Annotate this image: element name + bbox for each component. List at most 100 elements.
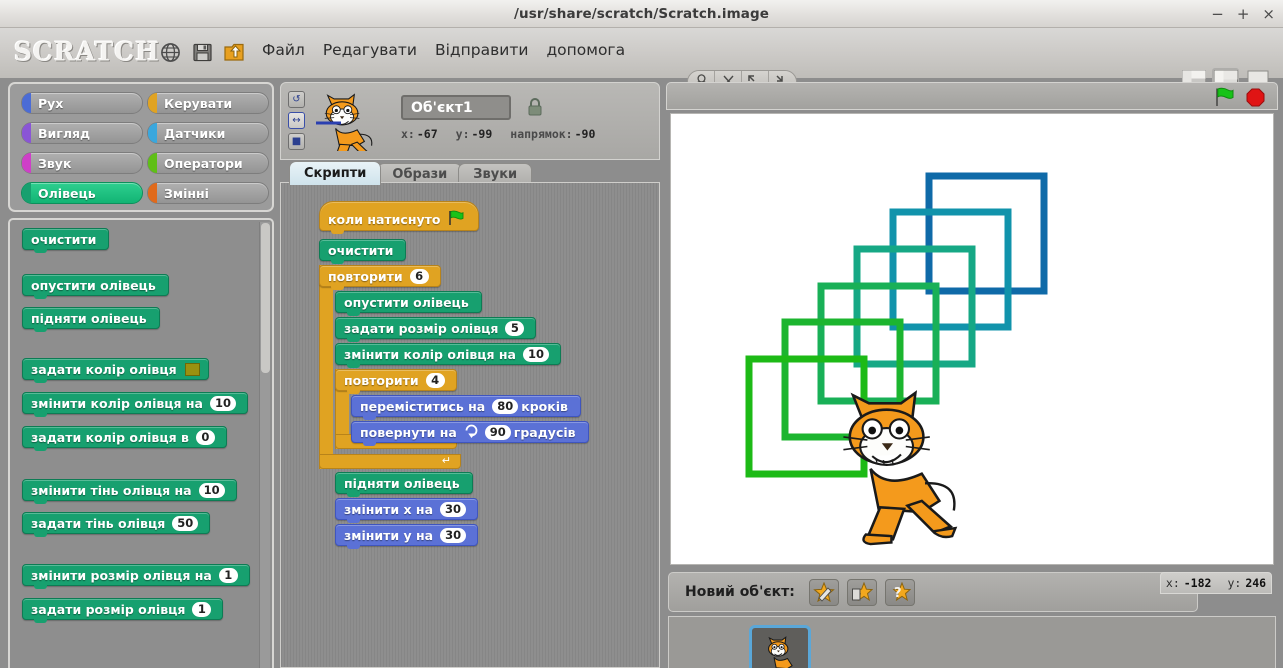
sprite-y-value: -99 bbox=[471, 127, 493, 141]
category-button-6[interactable]: Олівець bbox=[21, 182, 143, 204]
category-grid: Рух Керувати Вигляд Датчики Звук Оператори Олі… bbox=[21, 92, 269, 208]
script-block-repeat-inner[interactable]: повторити 4 bbox=[335, 369, 457, 394]
tab-scripts[interactable]: Скрипти bbox=[289, 161, 382, 185]
script-block-change-y-by[interactable]: змінити y на 30 bbox=[335, 524, 479, 549]
sprite-direction-label: напрямок: bbox=[510, 127, 573, 141]
new-sprite-bar: Новий об'єкт: ? bbox=[668, 572, 1198, 612]
script-block-change-pen-color[interactable]: змінити колір олівця на 10 bbox=[335, 343, 561, 368]
minimize-button[interactable]: − bbox=[1211, 6, 1224, 22]
block-number-input[interactable]: 90 bbox=[484, 424, 511, 440]
scratch-application-window: /usr/share/scratch/Scratch.image − + × S… bbox=[0, 0, 1283, 668]
block-notch bbox=[34, 249, 47, 253]
palette-block-change-pen-shade[interactable]: змінити тінь олівця на 10 bbox=[22, 479, 237, 504]
category-button-2[interactable]: Вигляд bbox=[21, 122, 143, 144]
rotate-leftright-button[interactable]: ↔ bbox=[288, 112, 305, 129]
category-label: Рух bbox=[38, 95, 64, 111]
category-label: Оператори bbox=[164, 155, 243, 171]
sprite-direction-value: -90 bbox=[574, 127, 596, 141]
close-button[interactable]: × bbox=[1262, 6, 1275, 22]
sprite-x-label: x: bbox=[401, 127, 415, 141]
block-notch bbox=[347, 390, 360, 394]
globe-icon[interactable] bbox=[158, 40, 182, 64]
block-number-input[interactable]: 4 bbox=[425, 372, 445, 388]
import-sprite-button[interactable] bbox=[846, 578, 877, 606]
block-label: змінити тінь олівця на bbox=[31, 482, 192, 498]
rotate-none-button[interactable]: ■ bbox=[288, 133, 305, 150]
block-number-input[interactable]: 10 bbox=[522, 346, 549, 362]
block-label: очистити bbox=[31, 231, 97, 247]
palette-block-change-pen-color-by[interactable]: змінити колір олівця на 10 bbox=[22, 392, 248, 417]
mouse-y-value: 246 bbox=[1245, 576, 1267, 590]
script-block-change-x-by[interactable]: змінити x на 30 bbox=[335, 498, 479, 523]
palette-block-clear[interactable]: очистити bbox=[22, 228, 110, 253]
category-button-3[interactable]: Датчики bbox=[147, 122, 269, 144]
palette-block-set-pen-color-to[interactable]: задати колір олівця в 0 bbox=[22, 426, 227, 451]
block-number-input[interactable]: 5 bbox=[505, 320, 525, 336]
svg-text:?: ? bbox=[894, 586, 902, 601]
stop-sign-icon[interactable] bbox=[1246, 88, 1265, 107]
block-label: задати розмір олівця bbox=[344, 320, 499, 336]
block-number-input[interactable]: 50 bbox=[172, 515, 199, 531]
block-number-input[interactable]: 6 bbox=[409, 268, 429, 284]
block-label: опустити олівець bbox=[31, 277, 156, 293]
block-number-input[interactable]: 10 bbox=[209, 395, 236, 411]
sprite-list-panel bbox=[668, 616, 1276, 668]
script-block-pen-up[interactable]: підняти олівець bbox=[335, 472, 473, 497]
palette-block-set-pen-color[interactable]: задати колір олівця bbox=[22, 358, 209, 383]
menu-file[interactable]: Файл bbox=[262, 41, 305, 59]
category-button-0[interactable]: Рух bbox=[21, 92, 143, 114]
palette-block-pen-down[interactable]: опустити олівець bbox=[22, 274, 169, 299]
menu-edit[interactable]: Редагувати bbox=[323, 41, 417, 59]
stage-column: Новий об'єкт: ? x: -182 y: 246 bbox=[666, 82, 1278, 668]
category-button-4[interactable]: Звук bbox=[21, 152, 143, 174]
menu-share[interactable]: Відправити bbox=[435, 41, 528, 59]
maximize-button[interactable]: + bbox=[1237, 6, 1250, 22]
palette-scrollbar-thumb[interactable] bbox=[261, 223, 270, 373]
sprite-name-field[interactable]: Об'єкт1 bbox=[401, 95, 511, 120]
block-label: підняти олівець bbox=[344, 475, 460, 491]
block-number-input[interactable]: 1 bbox=[192, 601, 212, 617]
sprite-preview-image bbox=[311, 89, 377, 158]
block-number-input[interactable]: 10 bbox=[198, 482, 225, 498]
paint-new-sprite-button[interactable] bbox=[808, 578, 839, 606]
script-block-when-flag-clicked[interactable]: коли натиснуто bbox=[319, 201, 479, 234]
stage-canvas[interactable] bbox=[670, 113, 1274, 565]
block-number-input[interactable]: 0 bbox=[195, 429, 215, 445]
save-icon[interactable] bbox=[190, 40, 214, 64]
lock-icon[interactable] bbox=[526, 97, 544, 117]
palette-block-set-pen-size[interactable]: задати розмір олівця 1 bbox=[22, 598, 224, 623]
menu-help[interactable]: допомога bbox=[546, 41, 625, 59]
green-flag-icon[interactable] bbox=[1213, 87, 1235, 107]
block-number-input[interactable]: 30 bbox=[440, 527, 467, 543]
block-number-input[interactable]: 80 bbox=[492, 398, 519, 414]
palette-block-set-pen-shade[interactable]: задати тінь олівця 50 bbox=[22, 512, 211, 537]
green-flag-icon bbox=[447, 210, 465, 229]
pen-square-2 bbox=[889, 208, 1012, 331]
scripts-workspace[interactable]: коли натиснуто очистити ↵ повторити 6 опустит… bbox=[280, 182, 660, 668]
script-block-set-pen-size[interactable]: задати розмір олівця 5 bbox=[335, 317, 537, 342]
category-button-5[interactable]: Оператори bbox=[147, 152, 269, 174]
block-number-input[interactable]: 1 bbox=[218, 567, 238, 583]
palette-block-pen-up[interactable]: підняти олівець bbox=[22, 307, 160, 332]
stage-sprite-cat[interactable] bbox=[821, 384, 981, 549]
share-icon[interactable] bbox=[222, 40, 246, 64]
script-block-turn-degrees[interactable]: повернути на 90 градусів bbox=[351, 421, 589, 446]
palette-scrollbar[interactable] bbox=[259, 222, 270, 668]
category-button-7[interactable]: Змінні bbox=[147, 182, 269, 204]
script-block-move-steps[interactable]: переміститись на 80 кроків bbox=[351, 395, 581, 420]
category-color-swatch bbox=[148, 123, 157, 143]
block-label: задати тінь олівця bbox=[31, 515, 166, 531]
block-number-input[interactable]: 30 bbox=[440, 501, 467, 517]
script-block-pen-down[interactable]: опустити олівець bbox=[335, 291, 482, 316]
palette-block-change-pen-size[interactable]: змінити розмір олівця на 1 bbox=[22, 564, 250, 589]
block-color-swatch[interactable] bbox=[184, 362, 200, 376]
random-sprite-button[interactable]: ? bbox=[884, 578, 915, 606]
block-palette-column: Рух Керувати Вигляд Датчики Звук Оператори Олі… bbox=[8, 82, 274, 668]
sprite-thumbnail-object1[interactable] bbox=[749, 625, 811, 668]
category-selector: Рух Керувати Вигляд Датчики Звук Оператори Олі… bbox=[8, 82, 274, 212]
script-block-clear[interactable]: очистити bbox=[319, 239, 407, 264]
rotate-freely-button[interactable]: ↺ bbox=[288, 91, 305, 108]
script-block-repeat-outer[interactable]: повторити 6 bbox=[319, 265, 441, 290]
window-title: /usr/share/scratch/Scratch.image bbox=[514, 5, 769, 22]
category-button-1[interactable]: Керувати bbox=[147, 92, 269, 114]
